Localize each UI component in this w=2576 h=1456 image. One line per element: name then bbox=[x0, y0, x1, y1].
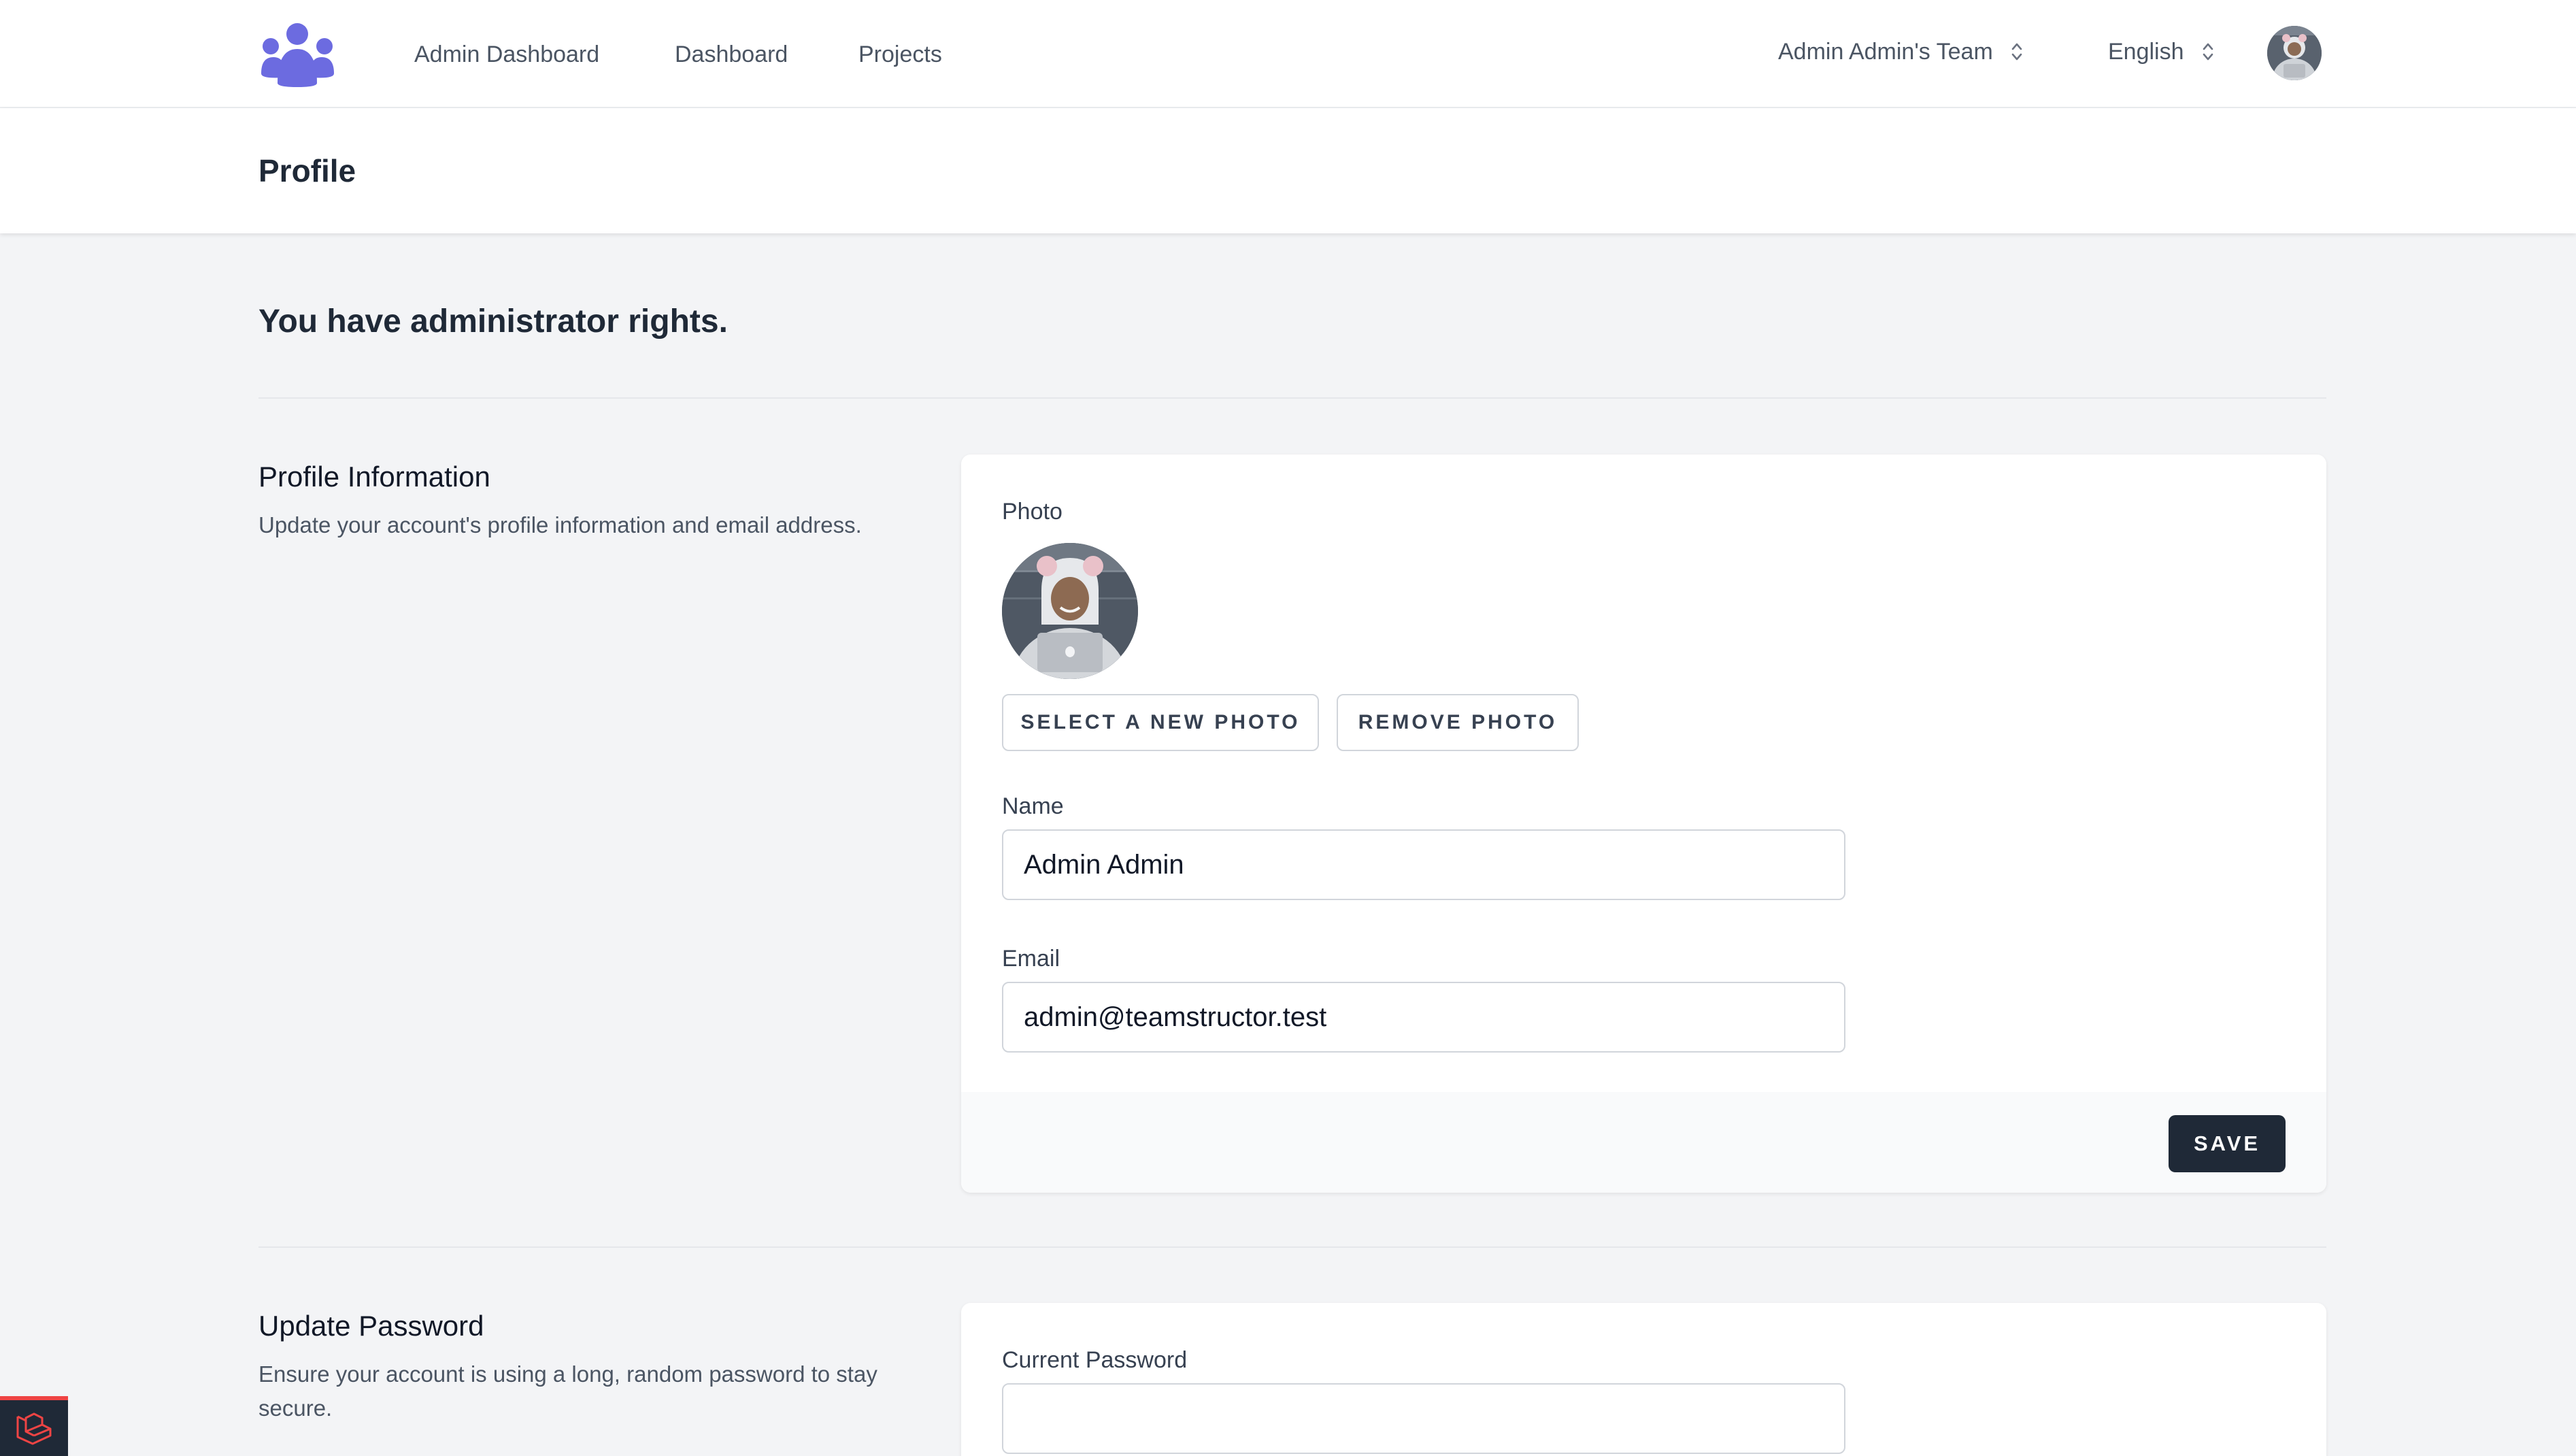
language-switcher-label: English bbox=[2108, 39, 2184, 65]
name-label: Name bbox=[1002, 793, 1064, 819]
photo-label: Photo bbox=[1002, 499, 1063, 525]
nav-projects[interactable]: Projects bbox=[858, 39, 942, 69]
current-password-label: Current Password bbox=[1002, 1347, 1188, 1373]
update-password-description: Ensure your account is using a long, ran… bbox=[258, 1361, 877, 1421]
save-button[interactable]: SAVE bbox=[2169, 1115, 2286, 1172]
name-input[interactable] bbox=[1002, 829, 1845, 900]
section-divider bbox=[258, 1246, 2326, 1248]
current-password-input[interactable] bbox=[1002, 1383, 1845, 1454]
laravel-icon bbox=[16, 1412, 52, 1445]
select-new-photo-button[interactable]: Select a new photo bbox=[1002, 694, 1319, 751]
remove-photo-button[interactable]: Remove photo bbox=[1337, 694, 1579, 751]
nav-admin-dashboard[interactable]: Admin Dashboard bbox=[414, 39, 599, 69]
profile-information-title: Profile Information bbox=[258, 461, 490, 493]
update-password-title: Update Password bbox=[258, 1310, 484, 1342]
admin-rights-notice: You have administrator rights. bbox=[258, 303, 728, 340]
top-navigation: Admin Dashboard Dashboard Projects Admin… bbox=[0, 0, 2576, 108]
profile-card-footer: SAVE bbox=[961, 1092, 2326, 1193]
language-switcher[interactable]: English bbox=[2108, 37, 2214, 67]
page-title: Profile bbox=[258, 153, 356, 188]
profile-information-description: Update your account's profile informatio… bbox=[258, 512, 862, 537]
chevron-up-down-icon bbox=[2203, 43, 2213, 61]
user-menu-avatar[interactable] bbox=[2267, 26, 2322, 80]
nav-dashboard[interactable]: Dashboard bbox=[675, 39, 788, 69]
chevron-up-down-icon bbox=[2011, 43, 2022, 61]
team-switcher[interactable]: Admin Admin's Team bbox=[1778, 37, 2023, 67]
page-header: Profile bbox=[0, 108, 2576, 233]
update-password-card: Current Password bbox=[961, 1303, 2326, 1456]
laravel-debugbar-toggle[interactable] bbox=[0, 1396, 68, 1456]
people-group-icon[interactable] bbox=[258, 20, 337, 88]
team-switcher-label: Admin Admin's Team bbox=[1778, 39, 1993, 65]
profile-information-card: Photo Select a new photo Remove photo Na… bbox=[961, 454, 2326, 1193]
profile-photo bbox=[1002, 543, 1138, 679]
section-divider bbox=[258, 397, 2326, 399]
email-input[interactable] bbox=[1002, 982, 1845, 1053]
email-label: Email bbox=[1002, 946, 1060, 972]
